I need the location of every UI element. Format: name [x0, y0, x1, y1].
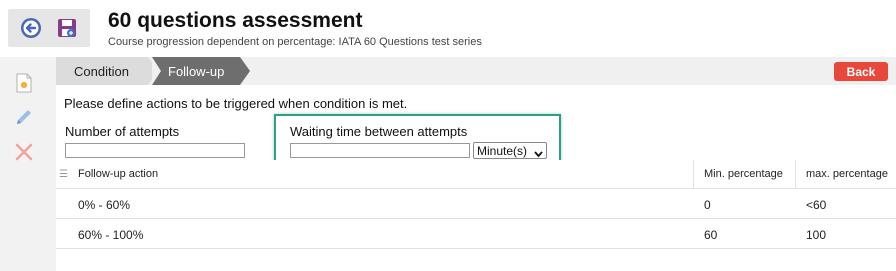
column-header-action[interactable]: Follow-up action: [78, 168, 158, 180]
back-arrow-icon[interactable]: [16, 13, 46, 43]
drag-handle-icon[interactable]: ☰: [59, 169, 68, 180]
left-sidebar: [0, 57, 56, 271]
table-row[interactable]: 60% - 100% 60 100: [56, 219, 896, 249]
time-unit-value: Minute(s): [477, 143, 528, 158]
new-document-icon[interactable]: [12, 71, 36, 95]
waiting-time-label: Waiting time between attempts: [290, 124, 468, 139]
cell-max: <60: [806, 198, 827, 212]
column-separator: [795, 160, 796, 188]
instruction-text: Please define actions to be triggered wh…: [64, 96, 408, 111]
save-icon[interactable]: [52, 13, 82, 43]
delete-x-icon[interactable]: [12, 140, 36, 164]
attempts-input[interactable]: [65, 143, 245, 158]
time-unit-select[interactable]: Minute(s): [473, 142, 547, 159]
cell-action: 60% - 100%: [78, 228, 144, 242]
tab-follow-up-arrow: [240, 57, 250, 85]
page-title: 60 questions assessment: [108, 9, 363, 32]
back-button[interactable]: Back: [834, 62, 888, 81]
waiting-time-input[interactable]: [290, 143, 470, 158]
chevron-down-icon: [534, 147, 543, 161]
tab-condition[interactable]: Condition: [56, 57, 148, 85]
table-row[interactable]: 0% - 60% 0 <60: [56, 189, 896, 219]
top-toolbar: [8, 9, 90, 47]
cell-action: 0% - 60%: [78, 198, 131, 212]
tab-follow-up-notch: [152, 57, 161, 85]
tab-follow-up[interactable]: Follow-up: [152, 57, 240, 85]
column-header-max[interactable]: max. percentage: [806, 168, 888, 180]
grid-header: ☰ Follow-up action Min. percentage max. …: [56, 160, 896, 189]
column-separator: [693, 160, 694, 188]
cell-max: 100: [806, 228, 827, 242]
page-subtitle: Course progression dependent on percenta…: [108, 36, 482, 48]
tab-bar: Condition Follow-up Back: [56, 57, 896, 85]
attempts-label: Number of attempts: [65, 124, 180, 139]
pencil-icon[interactable]: [12, 105, 36, 129]
cell-min: 0: [704, 198, 711, 212]
cell-min: 60: [704, 228, 718, 242]
column-header-min[interactable]: Min. percentage: [704, 168, 783, 180]
